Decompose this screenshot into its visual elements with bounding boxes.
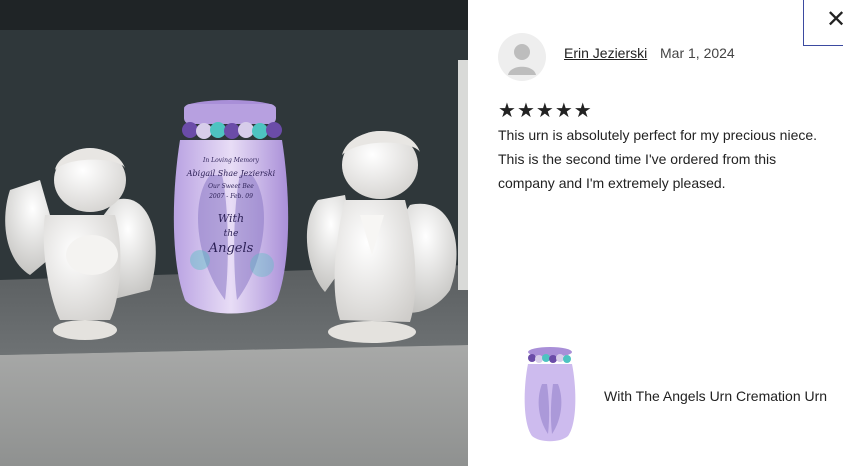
urn-text-1: In Loving Memory [202, 157, 260, 164]
review-text-line: This is the second time I've ordered fro… [498, 151, 777, 167]
star-icon: ★ [573, 98, 592, 122]
product-link[interactable]: With The Angels Urn Cremation Urn [604, 388, 827, 404]
urn: In Loving Memory Abigail Shae Jezierski … [173, 100, 289, 314]
close-icon: ✕ [826, 5, 843, 33]
urn-photo-illustration: In Loving Memory Abigail Shae Jezierski … [0, 0, 468, 466]
reviewer-name-link[interactable]: Erin Jezierski [564, 45, 647, 61]
review-text-line: This urn is absolutely perfect for my pr… [498, 127, 818, 143]
star-icon: ★ [498, 98, 516, 122]
urn-text-3: Our Sweet Bee [208, 183, 254, 190]
star-icon: ★ [516, 98, 535, 122]
review-text-line: company and I'm extremely pleased. [498, 175, 726, 191]
urn-text-2: Abigail Shae Jezierski [186, 169, 276, 178]
urn-text-6: the [224, 229, 239, 239]
review-text: This urn is absolutely perfect for my pr… [498, 123, 843, 195]
product-thumbnail[interactable] [520, 344, 580, 444]
star-icon: ★ [535, 98, 554, 122]
urn-text-5: With [218, 212, 244, 225]
close-button[interactable]: ✕ [803, 0, 843, 46]
star-rating: ★ ★ ★ ★ ★ [498, 99, 592, 121]
user-icon [508, 44, 536, 75]
review-photo[interactable]: In Loving Memory Abigail Shae Jezierski … [0, 0, 468, 466]
urn-text-7: Angels [208, 241, 254, 256]
avatar [498, 33, 546, 81]
star-icon: ★ [554, 98, 573, 122]
review-date: Mar 1, 2024 [660, 45, 735, 61]
urn-text-4: 2007 - Feb. 09 [208, 193, 253, 200]
